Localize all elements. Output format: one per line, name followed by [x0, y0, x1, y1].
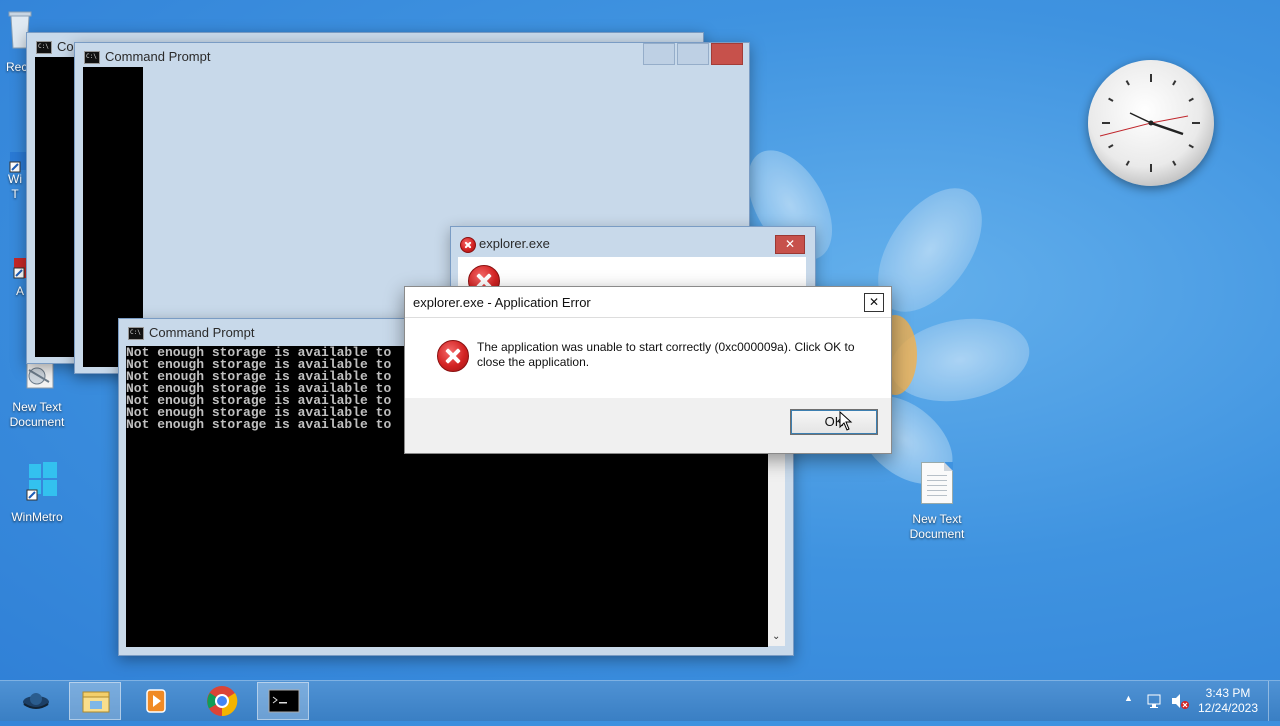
taskbar-chrome[interactable]: [196, 682, 248, 720]
close-button[interactable]: [711, 43, 743, 65]
close-button[interactable]: ✕: [864, 293, 884, 312]
ok-button[interactable]: OK: [790, 409, 878, 435]
desktop-icon-label: Wi T: [8, 172, 22, 201]
dialog-titlebar[interactable]: explorer.exe - Application Error ✕: [405, 287, 891, 318]
console-area[interactable]: [35, 57, 75, 357]
winmetro-item[interactable]: WinMetro: [2, 462, 72, 525]
desktop-icon-label: Rec: [6, 60, 28, 74]
error-small-icon: [460, 237, 476, 253]
clock-gadget[interactable]: [1088, 60, 1214, 186]
minimize-button[interactable]: [643, 43, 675, 65]
taskbar-media-player[interactable]: [130, 682, 182, 720]
command-prompt-icon: [84, 43, 100, 71]
window-title: Co: [57, 39, 74, 54]
desktop-icon-label: New Text Document: [909, 512, 965, 541]
show-desktop-button[interactable]: [1268, 681, 1280, 721]
taskbar-start-button[interactable]: [10, 682, 62, 720]
start-orb-icon: [23, 693, 49, 709]
mouse-cursor-icon: [839, 411, 853, 431]
desktop-icon-label: A: [16, 284, 25, 298]
new-text-document-right-item[interactable]: New Text Document: [902, 462, 972, 542]
dialog-title: explorer.exe: [479, 236, 550, 251]
chrome-icon: [207, 686, 238, 717]
taskbar-file-explorer[interactable]: [69, 682, 121, 720]
close-button[interactable]: ✕: [775, 235, 805, 254]
command-prompt-icon: [268, 689, 300, 713]
scroll-down-icon[interactable]: ⌄: [772, 631, 780, 642]
window-title: Command Prompt: [105, 49, 211, 64]
taskbar-command-prompt[interactable]: [257, 682, 309, 720]
media-player-icon: [146, 689, 166, 713]
tray-chevron-icon[interactable]: ▲: [1124, 693, 1133, 703]
maximize-button[interactable]: [677, 43, 709, 65]
dialog-body: The application was unable to start corr…: [405, 318, 891, 398]
volume-muted-icon[interactable]: [1170, 692, 1190, 710]
taskbar: ▲ 3:43 PM 12/24/2023: [0, 680, 1280, 721]
folder-icon: [82, 691, 110, 713]
window-title: Command Prompt: [149, 325, 255, 340]
text-document-icon: [915, 462, 959, 508]
taskbar-clock[interactable]: 3:43 PM 12/24/2023: [1196, 686, 1260, 716]
application-error-dialog[interactable]: explorer.exe - Application Error ✕ The a…: [404, 286, 892, 454]
network-icon[interactable]: [1146, 693, 1164, 709]
command-prompt-icon: [128, 319, 144, 347]
clock-date: 12/24/2023: [1197, 701, 1259, 715]
error-message: The application was unable to start corr…: [477, 340, 855, 369]
windows-logo-icon: [15, 462, 59, 506]
clock-time: 3:43 PM: [1205, 686, 1251, 700]
clock-face-icon: [1099, 74, 1200, 172]
desktop-icon-label: WinMetro: [11, 510, 63, 524]
error-icon: [437, 340, 469, 372]
desktop-icon-label: New Text Document: [9, 400, 65, 429]
command-prompt-icon: [36, 33, 52, 61]
dialog-title: explorer.exe - Application Error: [413, 295, 591, 310]
